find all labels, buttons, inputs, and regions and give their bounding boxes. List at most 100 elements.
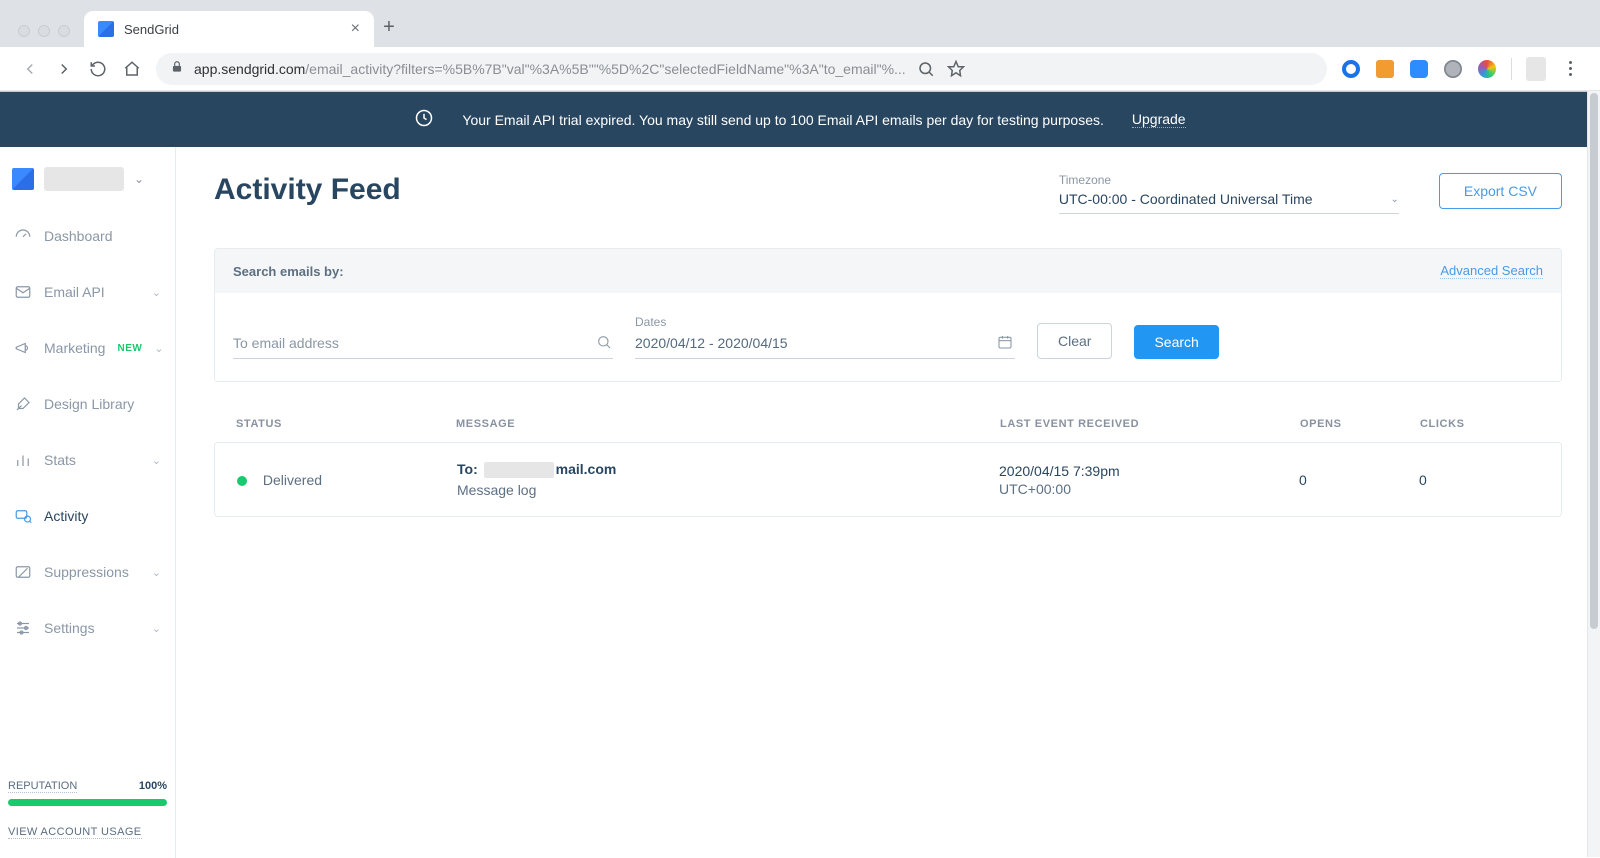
page-scrollbar[interactable] — [1587, 91, 1600, 857]
sidebar-item-suppressions[interactable]: Suppressions ⌄ — [6, 553, 169, 591]
sidebar: ⌄ Dashboard Email API ⌄ Marketing NEW ⌄ … — [0, 147, 176, 858]
suppressions-icon — [14, 563, 32, 581]
sidebar-item-label: Activity — [44, 508, 88, 524]
sidebar-item-stats[interactable]: Stats ⌄ — [6, 441, 169, 479]
sidebar-item-activity[interactable]: Activity — [6, 497, 169, 535]
upgrade-link[interactable]: Upgrade — [1132, 111, 1186, 128]
search-in-address-icon[interactable] — [916, 59, 936, 79]
sidebar-item-settings[interactable]: Settings ⌄ — [6, 609, 169, 647]
page-title: Activity Feed — [214, 173, 1039, 207]
tab-favicon — [98, 21, 114, 37]
mail-icon — [14, 283, 32, 301]
sidebar-item-dashboard[interactable]: Dashboard — [6, 217, 169, 255]
new-tab-button[interactable]: + — [374, 16, 404, 47]
address-bar[interactable]: app.sendgrid.com/email_activity?filters=… — [156, 53, 1327, 85]
chevron-down-icon: ⌄ — [152, 286, 161, 299]
account-name-redacted — [44, 167, 124, 191]
chevron-down-icon: ⌄ — [152, 454, 161, 467]
window-maximize-dot[interactable] — [58, 25, 70, 37]
sliders-icon — [14, 619, 32, 637]
msg-to-suffix: mail.com — [556, 461, 617, 477]
home-button[interactable] — [122, 59, 142, 79]
timezone-value: UTC-00:00 - Coordinated Universal Time — [1059, 191, 1313, 207]
extension-icon[interactable] — [1375, 59, 1395, 79]
chevron-down-icon: ⌄ — [134, 172, 144, 186]
browser-tab[interactable]: SendGrid × — [84, 11, 374, 47]
clear-button[interactable]: Clear — [1037, 323, 1112, 359]
opens-count: 0 — [1299, 472, 1419, 488]
sidebar-item-design-library[interactable]: Design Library — [6, 385, 169, 423]
redacted-recipient — [484, 462, 554, 478]
calendar-icon — [997, 334, 1015, 352]
sidebar-item-label: Dashboard — [44, 228, 113, 244]
megaphone-icon — [14, 339, 32, 357]
window-close-dot[interactable] — [18, 25, 30, 37]
sidebar-item-label: Email API — [44, 284, 105, 300]
event-time: 2020/04/15 7:39pm — [999, 463, 1299, 479]
activity-table: STATUS MESSAGE LAST EVENT RECEIVED OPENS… — [214, 418, 1562, 517]
msg-to-prefix: To: — [457, 461, 482, 477]
status-text: Delivered — [263, 472, 322, 488]
lock-icon — [170, 60, 184, 77]
extension-icon[interactable] — [1409, 59, 1429, 79]
nav-forward-button[interactable] — [54, 59, 74, 79]
search-panel: Search emails by: Advanced Search Dates … — [214, 248, 1562, 382]
new-badge: NEW — [117, 343, 142, 354]
sidebar-item-email-api[interactable]: Email API ⌄ — [6, 273, 169, 311]
main-content: Activity Feed Timezone UTC-00:00 - Coord… — [176, 147, 1600, 858]
advanced-search-link[interactable]: Advanced Search — [1440, 263, 1543, 279]
nav-back-button[interactable] — [20, 59, 40, 79]
search-button[interactable]: Search — [1134, 325, 1218, 359]
dates-value: 2020/04/12 - 2020/04/15 — [635, 335, 788, 351]
sidebar-item-label: Design Library — [44, 396, 134, 412]
bookmark-star-icon[interactable] — [946, 59, 966, 79]
status-dot-icon — [237, 476, 247, 486]
sidebar-item-label: Marketing — [44, 340, 105, 356]
clock-icon — [414, 108, 434, 131]
col-header-message: MESSAGE — [456, 418, 1000, 430]
col-header-event: LAST EVENT RECEIVED — [1000, 418, 1300, 430]
chevron-down-icon: ⌄ — [152, 566, 161, 579]
col-header-opens: OPENS — [1300, 418, 1420, 430]
dates-field[interactable]: 2020/04/12 - 2020/04/15 — [635, 331, 1015, 359]
msg-subtitle: Message log — [457, 482, 999, 498]
brand-logo-icon — [12, 168, 34, 190]
sidebar-item-label: Stats — [44, 452, 76, 468]
sidebar-item-marketing[interactable]: Marketing NEW ⌄ — [6, 329, 169, 367]
clicks-count: 0 — [1419, 472, 1539, 488]
search-icon — [596, 334, 613, 352]
profile-avatar[interactable] — [1526, 59, 1546, 79]
scrollbar-thumb[interactable] — [1590, 93, 1598, 629]
window-minimize-dot[interactable] — [38, 25, 50, 37]
browser-menu-icon[interactable] — [1560, 59, 1580, 79]
stats-icon — [14, 451, 32, 469]
col-header-clicks: CLICKS — [1420, 418, 1540, 430]
view-usage-link[interactable]: VIEW ACCOUNT USAGE — [8, 826, 142, 839]
trial-expired-banner: Your Email API trial expired. You may st… — [0, 92, 1600, 147]
extension-icon[interactable] — [1477, 59, 1497, 79]
col-header-status: STATUS — [236, 418, 456, 430]
search-heading: Search emails by: — [233, 264, 344, 279]
sidebar-item-label: Settings — [44, 620, 95, 636]
reputation-value: 100% — [139, 780, 167, 793]
browser-chrome: SendGrid × + app.sendgrid.com/email_acti… — [0, 0, 1600, 92]
window-controls — [10, 25, 84, 47]
design-icon — [14, 395, 32, 413]
extension-icon[interactable] — [1443, 59, 1463, 79]
url-text: app.sendgrid.com/email_activity?filters=… — [194, 61, 906, 77]
dates-label: Dates — [635, 315, 1015, 329]
chevron-down-icon: ⌄ — [1390, 194, 1398, 205]
table-row[interactable]: Delivered To: mail.com Message log 2020/… — [214, 442, 1562, 517]
tab-close-icon[interactable]: × — [351, 20, 360, 38]
banner-text: Your Email API trial expired. You may st… — [462, 112, 1104, 128]
export-csv-button[interactable]: Export CSV — [1439, 173, 1562, 209]
reload-button[interactable] — [88, 59, 108, 79]
chevron-down-icon: ⌄ — [152, 622, 161, 635]
to-email-field[interactable] — [233, 331, 613, 359]
account-switcher[interactable]: ⌄ — [6, 167, 169, 217]
chevron-down-icon: ⌄ — [154, 342, 163, 355]
extension-icon[interactable] — [1341, 59, 1361, 79]
timezone-select[interactable]: UTC-00:00 - Coordinated Universal Time ⌄ — [1059, 189, 1399, 214]
to-email-input[interactable] — [233, 335, 596, 351]
timezone-label: Timezone — [1059, 173, 1399, 187]
